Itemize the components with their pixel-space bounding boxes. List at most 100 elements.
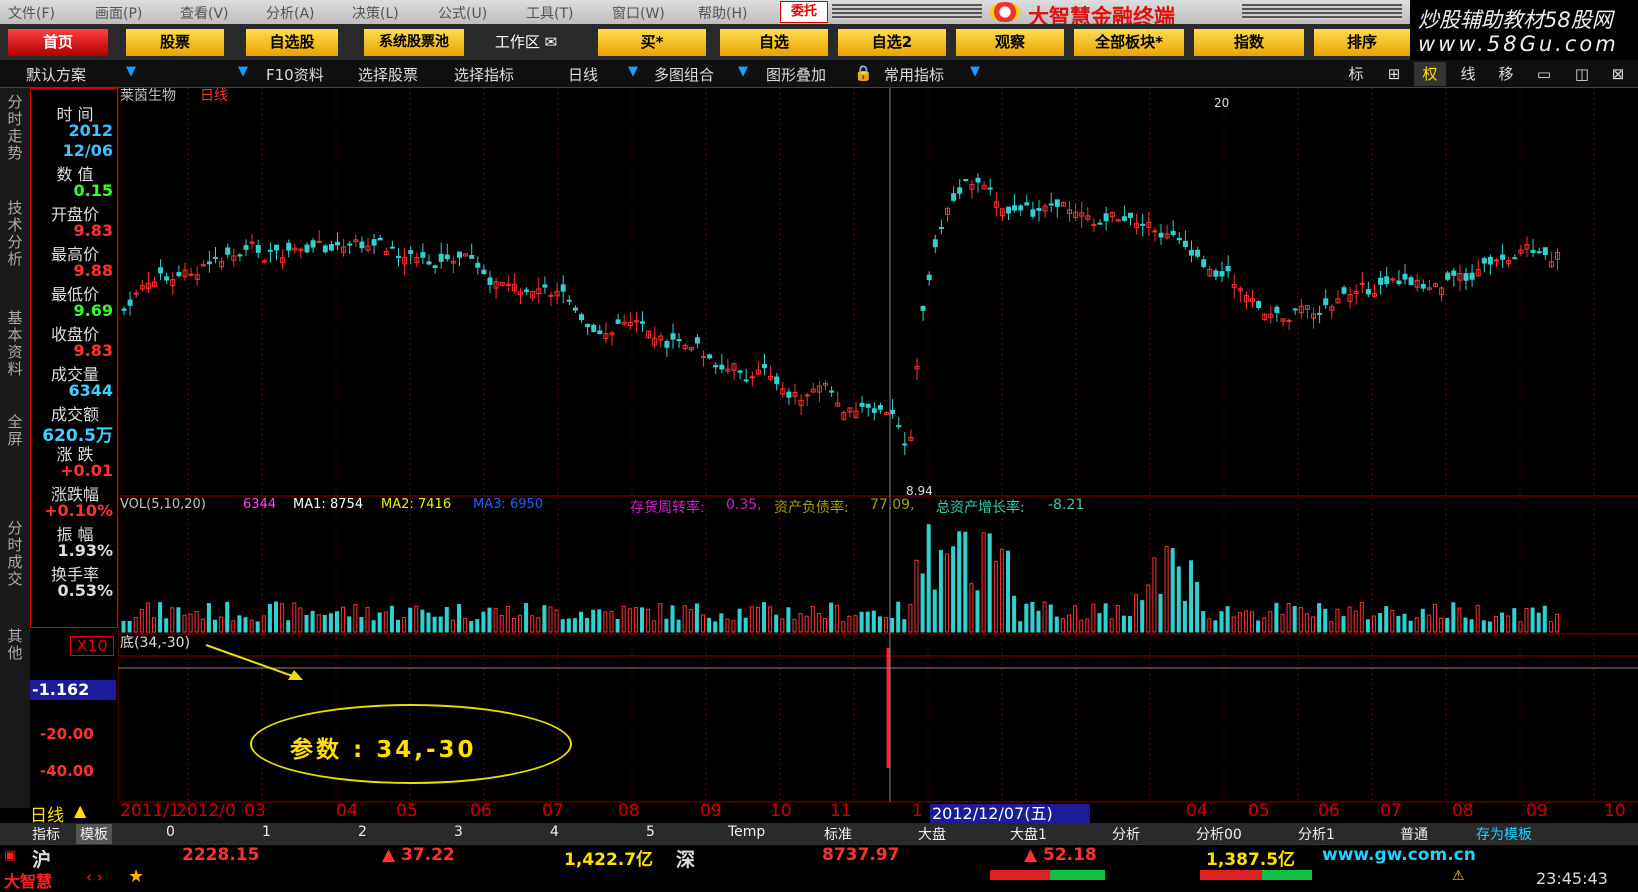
candle-body [335, 241, 340, 246]
template-template[interactable]: 模板 [76, 824, 112, 844]
volume-bar [1182, 600, 1187, 633]
multi-chart-button[interactable]: 多图组合 [654, 64, 714, 85]
arrows-icon[interactable]: ‹ › [86, 868, 103, 886]
menu-help[interactable]: 帮助(H) [698, 3, 747, 23]
template-temp[interactable]: Temp [728, 824, 765, 840]
overlay-button[interactable]: 图形叠加 [766, 64, 826, 85]
volume-bar [1201, 611, 1206, 633]
candle-body [1201, 259, 1207, 268]
brand-label: 大智慧 [4, 872, 53, 891]
chevron-down-icon[interactable]: ▼ [970, 64, 980, 79]
bottom-bar: 大智慧 ‹ › ★ ⚠ 23:45:43 [0, 866, 1638, 891]
template-1[interactable]: 1 [262, 824, 271, 840]
template-2[interactable]: 2 [358, 824, 367, 840]
watchlist2-button[interactable]: 自选2 [838, 29, 946, 56]
select-indicator-button[interactable]: 选择指标 [454, 64, 514, 85]
lock-icon[interactable]: 🔒 [854, 64, 873, 82]
template-market1[interactable]: 大盘1 [1010, 824, 1047, 844]
scheme-select[interactable]: 默认方案 [26, 64, 86, 85]
window-icon[interactable]: ▭ [1528, 62, 1560, 86]
scale-badge[interactable]: X10 [70, 636, 114, 656]
template-analysis1[interactable]: 分析1 [1298, 824, 1335, 844]
template-0[interactable]: 0 [166, 824, 175, 840]
select-stock-button[interactable]: 选择股票 [358, 64, 418, 85]
template-market[interactable]: 大盘 [918, 824, 946, 844]
menu-file[interactable]: 文件(F) [8, 3, 55, 23]
volume-bar [969, 583, 974, 633]
tab-fundamentals[interactable]: 基本资料 [3, 310, 27, 378]
market-breadth-bar [1050, 870, 1105, 880]
mark-icon[interactable]: 标 [1340, 62, 1372, 86]
template-5[interactable]: 5 [646, 824, 655, 840]
template-indicator[interactable]: 指标 [32, 824, 60, 844]
rights-icon[interactable]: 权 [1414, 62, 1446, 86]
candle-body [243, 245, 249, 250]
template-analysis[interactable]: 分析 [1112, 824, 1140, 844]
sort-button[interactable]: 排序 [1314, 29, 1410, 56]
watchlist-button[interactable]: 自选 [720, 29, 828, 56]
stock-pool-button[interactable]: 系统股票池 [364, 29, 464, 56]
workspace-button[interactable]: 工作区 ✉ [470, 29, 582, 56]
menu-formula[interactable]: 公式(U) [438, 3, 487, 23]
candle-body [707, 354, 713, 359]
candle-body [1420, 284, 1426, 289]
split-icon[interactable]: ◫ [1566, 62, 1598, 86]
menu-tools[interactable]: 工具(T) [526, 3, 573, 23]
kline-chart[interactable]: 莱茵生物 日线 VOL(5,10,20) 6344 MA1: 8754 MA2:… [118, 88, 1638, 808]
volume-bar [1231, 616, 1236, 633]
candle-body [902, 443, 908, 446]
observe-button[interactable]: 观察 [956, 29, 1064, 56]
volume-bar [1091, 603, 1096, 633]
tab-trades[interactable]: 分时成交 [3, 520, 27, 588]
menu-view[interactable]: 查看(V) [180, 3, 229, 23]
volume-bar [1542, 605, 1547, 633]
all-sectors-button[interactable]: 全部板块* [1074, 29, 1184, 56]
volume-bar [908, 603, 913, 633]
menu-analysis[interactable]: 分析(A) [266, 3, 315, 23]
candle-body [347, 243, 353, 246]
template-3[interactable]: 3 [454, 824, 463, 840]
website-link[interactable]: www.gw.com.cn [1322, 845, 1476, 865]
tab-fullscreen[interactable]: 全屏 [3, 414, 27, 448]
menu-decision[interactable]: 决策(L) [352, 3, 399, 23]
close-icon[interactable]: ⊠ [1602, 62, 1634, 86]
volume-bar [975, 590, 980, 633]
common-indicator-button[interactable]: 常用指标 [884, 64, 944, 85]
volume-bar [1414, 617, 1419, 633]
move-icon[interactable]: 移 [1490, 62, 1522, 86]
save-template-button[interactable]: 存为模板 [1476, 824, 1532, 844]
volume-bar [1121, 615, 1126, 633]
tab-technical[interactable]: 技术分析 [3, 200, 27, 268]
indicator-value-badge: -1.162 [30, 680, 116, 700]
chevron-down-icon[interactable]: ▼ [628, 64, 638, 79]
f10-button[interactable]: F10资料 [266, 64, 324, 85]
period-triangle-icon[interactable]: ▲ [74, 801, 86, 820]
volume-bar [707, 617, 712, 633]
index-button[interactable]: 指数 [1194, 29, 1304, 56]
menu-view-screen[interactable]: 画面(P) [95, 3, 142, 23]
chevron-down-icon[interactable]: ▼ [126, 64, 136, 79]
my-stocks-button[interactable]: 自选股 [246, 29, 338, 56]
template-normal[interactable]: 普通 [1400, 824, 1428, 844]
buy-button[interactable]: 买* [598, 29, 706, 56]
change-value: +0.01 [60, 461, 113, 480]
entrust-button[interactable]: 委托 [780, 1, 828, 23]
home-button[interactable]: 首页 [8, 29, 108, 56]
stocks-button[interactable]: 股票 [126, 29, 224, 56]
tab-other[interactable]: 其他 [3, 628, 27, 662]
ticker-icon[interactable]: ▣ [4, 848, 16, 863]
line-icon[interactable]: 线 [1452, 62, 1484, 86]
crosshair-icon[interactable]: ⊞ [1378, 62, 1410, 86]
template-4[interactable]: 4 [550, 824, 559, 840]
template-analysis00[interactable]: 分析00 [1196, 824, 1242, 844]
tab-intraday[interactable]: 分时走势 [3, 94, 27, 162]
chevron-down-icon[interactable]: ▼ [238, 64, 248, 79]
alert-icon[interactable]: ⚠ [1452, 868, 1465, 884]
menu-window[interactable]: 窗口(W) [612, 3, 665, 23]
star-icon[interactable]: ★ [128, 866, 144, 887]
workspace-label: 工作区 [494, 33, 540, 51]
period-select[interactable]: 日线 [568, 64, 598, 85]
volume-bar [493, 608, 498, 633]
chevron-down-icon[interactable]: ▼ [738, 64, 748, 79]
template-standard[interactable]: 标准 [824, 824, 852, 844]
